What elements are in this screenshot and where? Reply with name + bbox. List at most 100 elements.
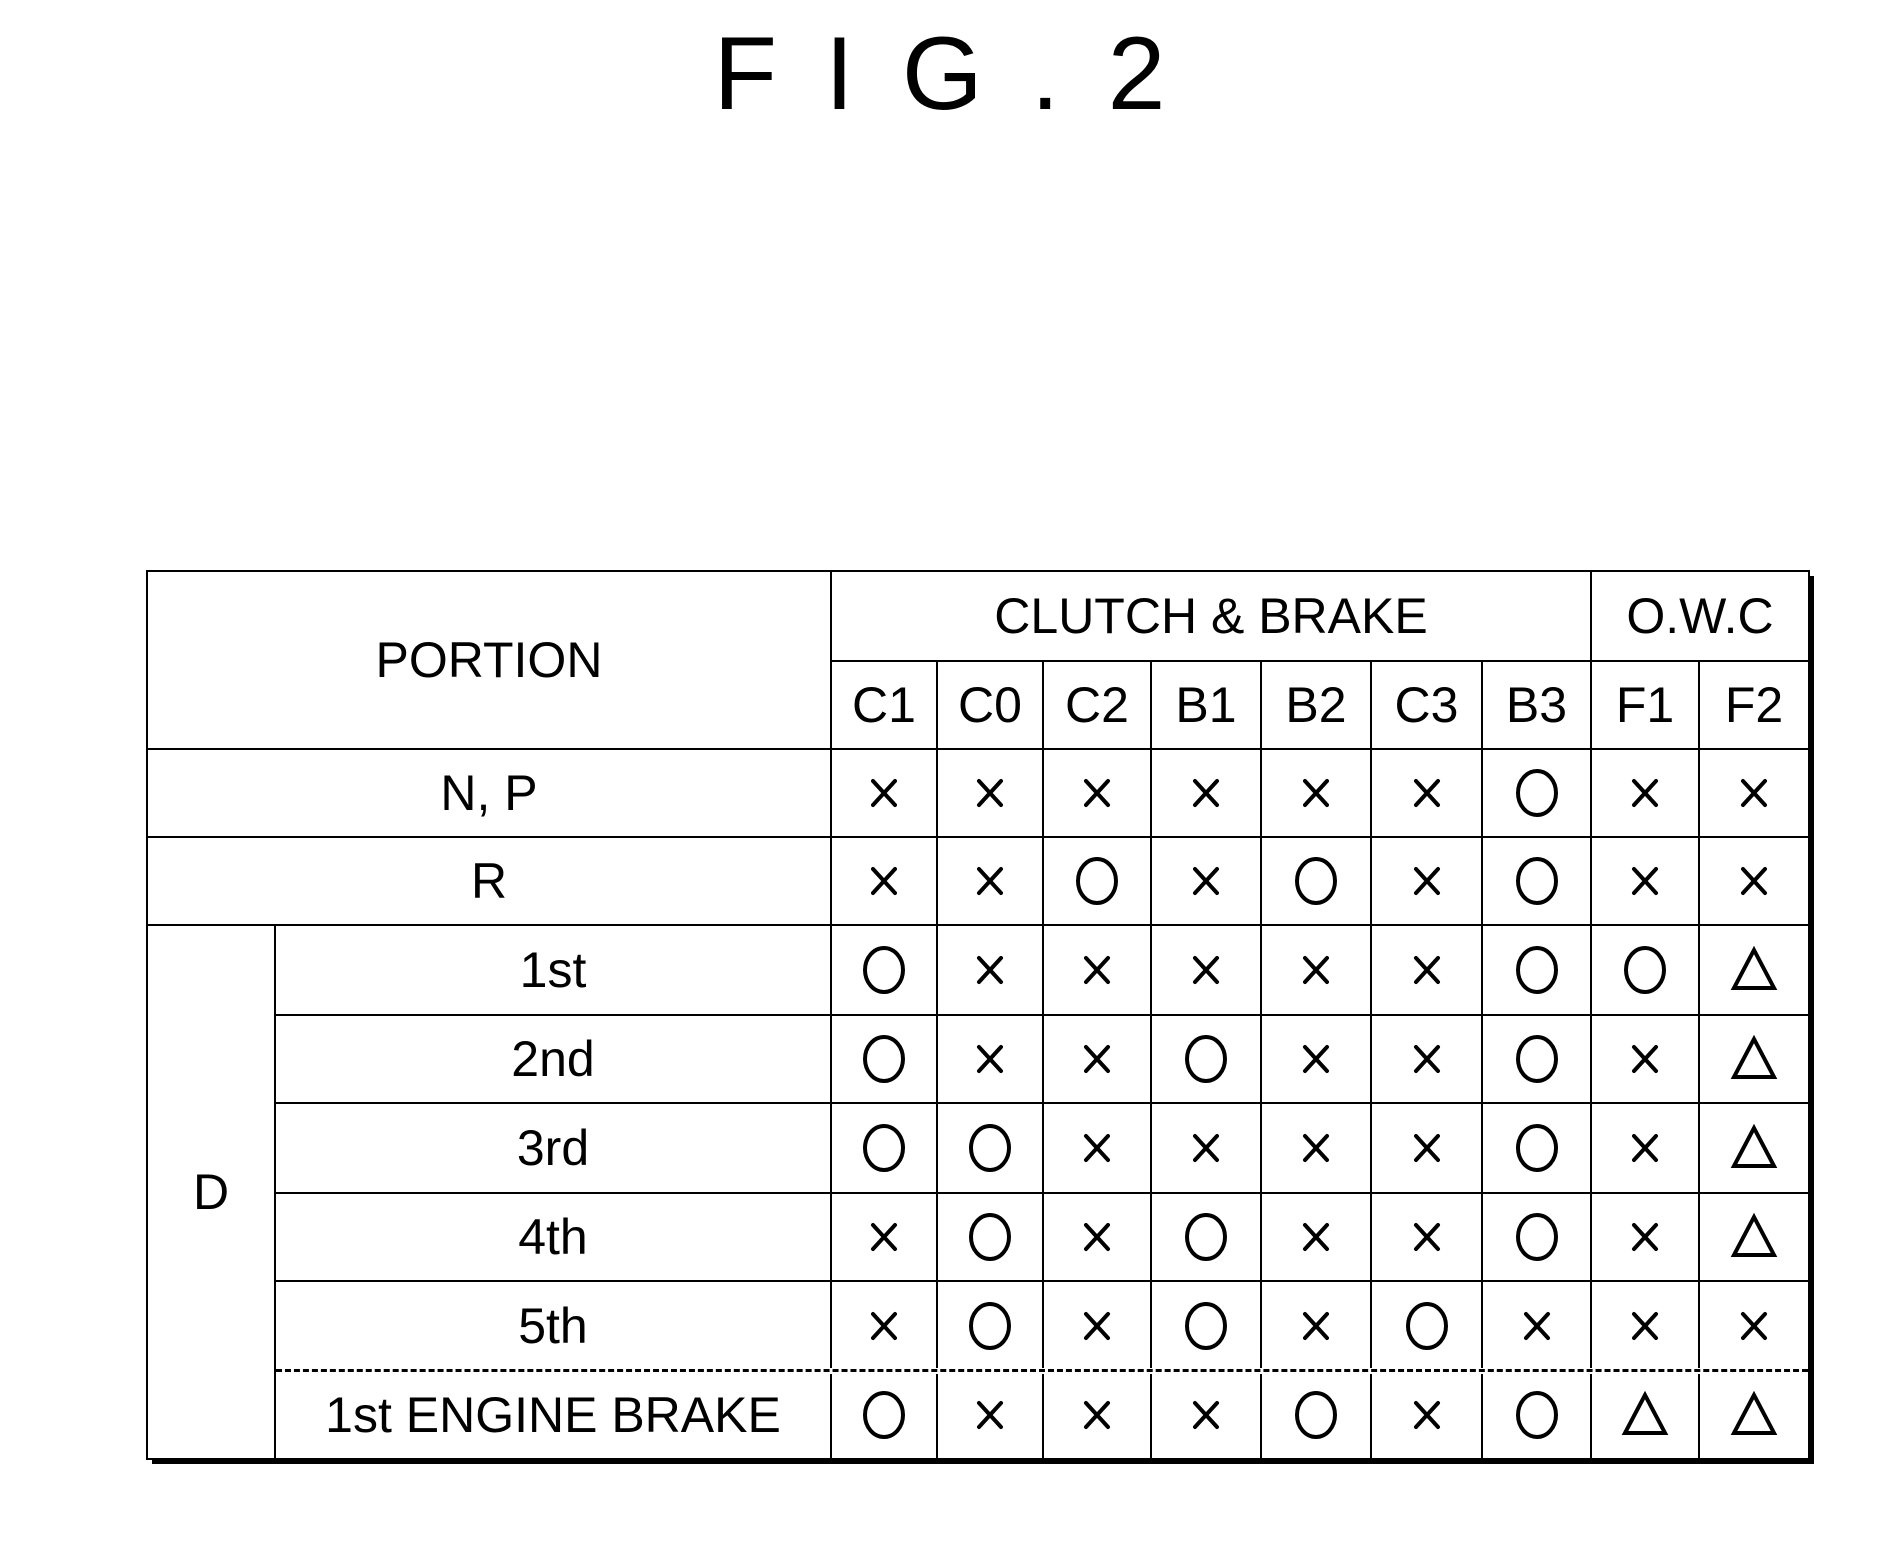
table-cell-b1	[1150, 1192, 1262, 1282]
cell-text: F1	[1615, 677, 1675, 733]
table-cell-c2	[1042, 748, 1152, 838]
column-header-b1: B1	[1150, 660, 1262, 750]
table-cell-c1	[830, 924, 938, 1016]
table-cell-b1	[1150, 836, 1262, 926]
cell-text: R	[470, 853, 508, 909]
table-cell-f1	[1590, 1102, 1700, 1194]
table-cell-c2	[1042, 1192, 1152, 1282]
cell-text: 3rd	[516, 1120, 590, 1176]
cross-icon	[1193, 1134, 1219, 1162]
row-label: 5th	[274, 1280, 832, 1372]
table-cell-b2	[1260, 836, 1372, 926]
table-cell-c0	[936, 836, 1044, 926]
circle-icon	[1185, 1302, 1227, 1350]
cell-text: 1st ENGINE BRAKE	[325, 1387, 781, 1443]
group-header: CLUTCH & BRAKE	[830, 570, 1592, 662]
table-cell-b3	[1481, 1102, 1592, 1194]
cross-icon	[1193, 867, 1219, 895]
table-cell-c0	[936, 924, 1044, 1016]
table-cell-b3	[1481, 748, 1592, 838]
column-header-b3: B3	[1481, 660, 1592, 750]
circle-icon	[969, 1213, 1011, 1261]
table-cell-f1	[1590, 1370, 1700, 1460]
column-header-c2: C2	[1042, 660, 1152, 750]
circle-icon	[1076, 857, 1118, 905]
circle-icon	[1295, 1391, 1337, 1439]
cell-text: CLUTCH & BRAKE	[994, 588, 1428, 644]
cross-icon	[1413, 867, 1440, 895]
table-cell-b1	[1150, 1014, 1262, 1104]
cross-icon	[1632, 1134, 1658, 1162]
row-label: 1st ENGINE BRAKE	[274, 1370, 832, 1460]
table-cell-b2	[1260, 1014, 1372, 1104]
table-cell-c3	[1370, 1192, 1483, 1282]
cell-text: B3	[1505, 677, 1568, 733]
cross-icon	[1084, 956, 1110, 984]
table-cell-c3	[1370, 1102, 1483, 1194]
column-header-f2: F2	[1698, 660, 1810, 750]
cross-icon	[871, 867, 897, 895]
cross-icon	[1413, 1223, 1440, 1251]
row-label: 2nd	[274, 1014, 832, 1104]
cross-icon	[977, 867, 1003, 895]
cross-icon	[1084, 1401, 1110, 1429]
triangle-icon	[1730, 1034, 1778, 1079]
table-cell-b2	[1260, 1370, 1372, 1460]
figure-title: FIG.2	[713, 16, 1214, 132]
table-cell-b3	[1481, 1370, 1592, 1460]
cross-icon	[1193, 956, 1219, 984]
circle-icon	[1515, 1035, 1558, 1083]
row-label: 4th	[274, 1192, 832, 1282]
table-cell-b3	[1481, 1192, 1592, 1282]
table-cell-c0	[936, 1370, 1044, 1460]
cell-text: B1	[1175, 677, 1237, 733]
table-cell-b2	[1260, 1102, 1372, 1194]
cell-text: B2	[1285, 677, 1347, 733]
cross-icon	[1632, 867, 1658, 895]
triangle-icon	[1730, 1390, 1778, 1435]
row-label: 1st	[274, 924, 832, 1016]
table-cell-c1	[830, 836, 938, 926]
table-cell-c0	[936, 1014, 1044, 1104]
triangle-icon	[1730, 1123, 1778, 1168]
cross-icon	[1413, 1134, 1440, 1162]
group-header: O.W.C	[1590, 570, 1810, 662]
cross-icon	[1413, 1045, 1440, 1073]
circle-icon	[1515, 857, 1558, 905]
table-cell-f2	[1698, 1014, 1810, 1104]
circle-icon	[1515, 1391, 1558, 1439]
table-cell-f2	[1698, 924, 1810, 1016]
circle-icon	[1515, 1213, 1558, 1261]
row-label: 3rd	[274, 1102, 832, 1194]
table-cell-c1	[830, 1192, 938, 1282]
cross-icon	[1741, 1312, 1767, 1340]
table-cell-b2	[1260, 1192, 1372, 1282]
cell-text: C0	[958, 677, 1022, 733]
engagement-table: PORTION CLUTCH & BRAKE O.W.C C1 C0 C2 B1 B2 C3 B3…	[146, 570, 1810, 1460]
table-cell-c3	[1370, 1280, 1483, 1372]
table-cell-c1	[830, 748, 938, 838]
triangle-icon	[1621, 1390, 1669, 1435]
circle-icon	[863, 1124, 905, 1172]
range-d-label: D	[146, 924, 276, 1460]
cell-text: 5th	[518, 1298, 588, 1354]
table-cell-f2	[1698, 1192, 1810, 1282]
circle-icon	[1515, 946, 1558, 994]
portion-header: PORTION	[146, 570, 832, 750]
table-cell-b2	[1260, 748, 1372, 838]
cross-icon	[871, 779, 897, 807]
cross-icon	[977, 779, 1003, 807]
cell-text: 2nd	[511, 1031, 595, 1087]
cell-text: F2	[1724, 677, 1784, 733]
cross-icon	[1084, 1045, 1110, 1073]
table-cell-b1	[1150, 748, 1262, 838]
cross-icon	[1632, 1045, 1658, 1073]
table-cell-f1	[1590, 1014, 1700, 1104]
table-cell-f2	[1698, 1280, 1810, 1372]
cross-icon	[1413, 779, 1440, 807]
cross-icon	[1193, 779, 1219, 807]
column-header-f1: F1	[1590, 660, 1700, 750]
row-label: R	[146, 836, 832, 926]
cross-icon	[1303, 1312, 1329, 1340]
cross-icon	[1632, 1223, 1658, 1251]
